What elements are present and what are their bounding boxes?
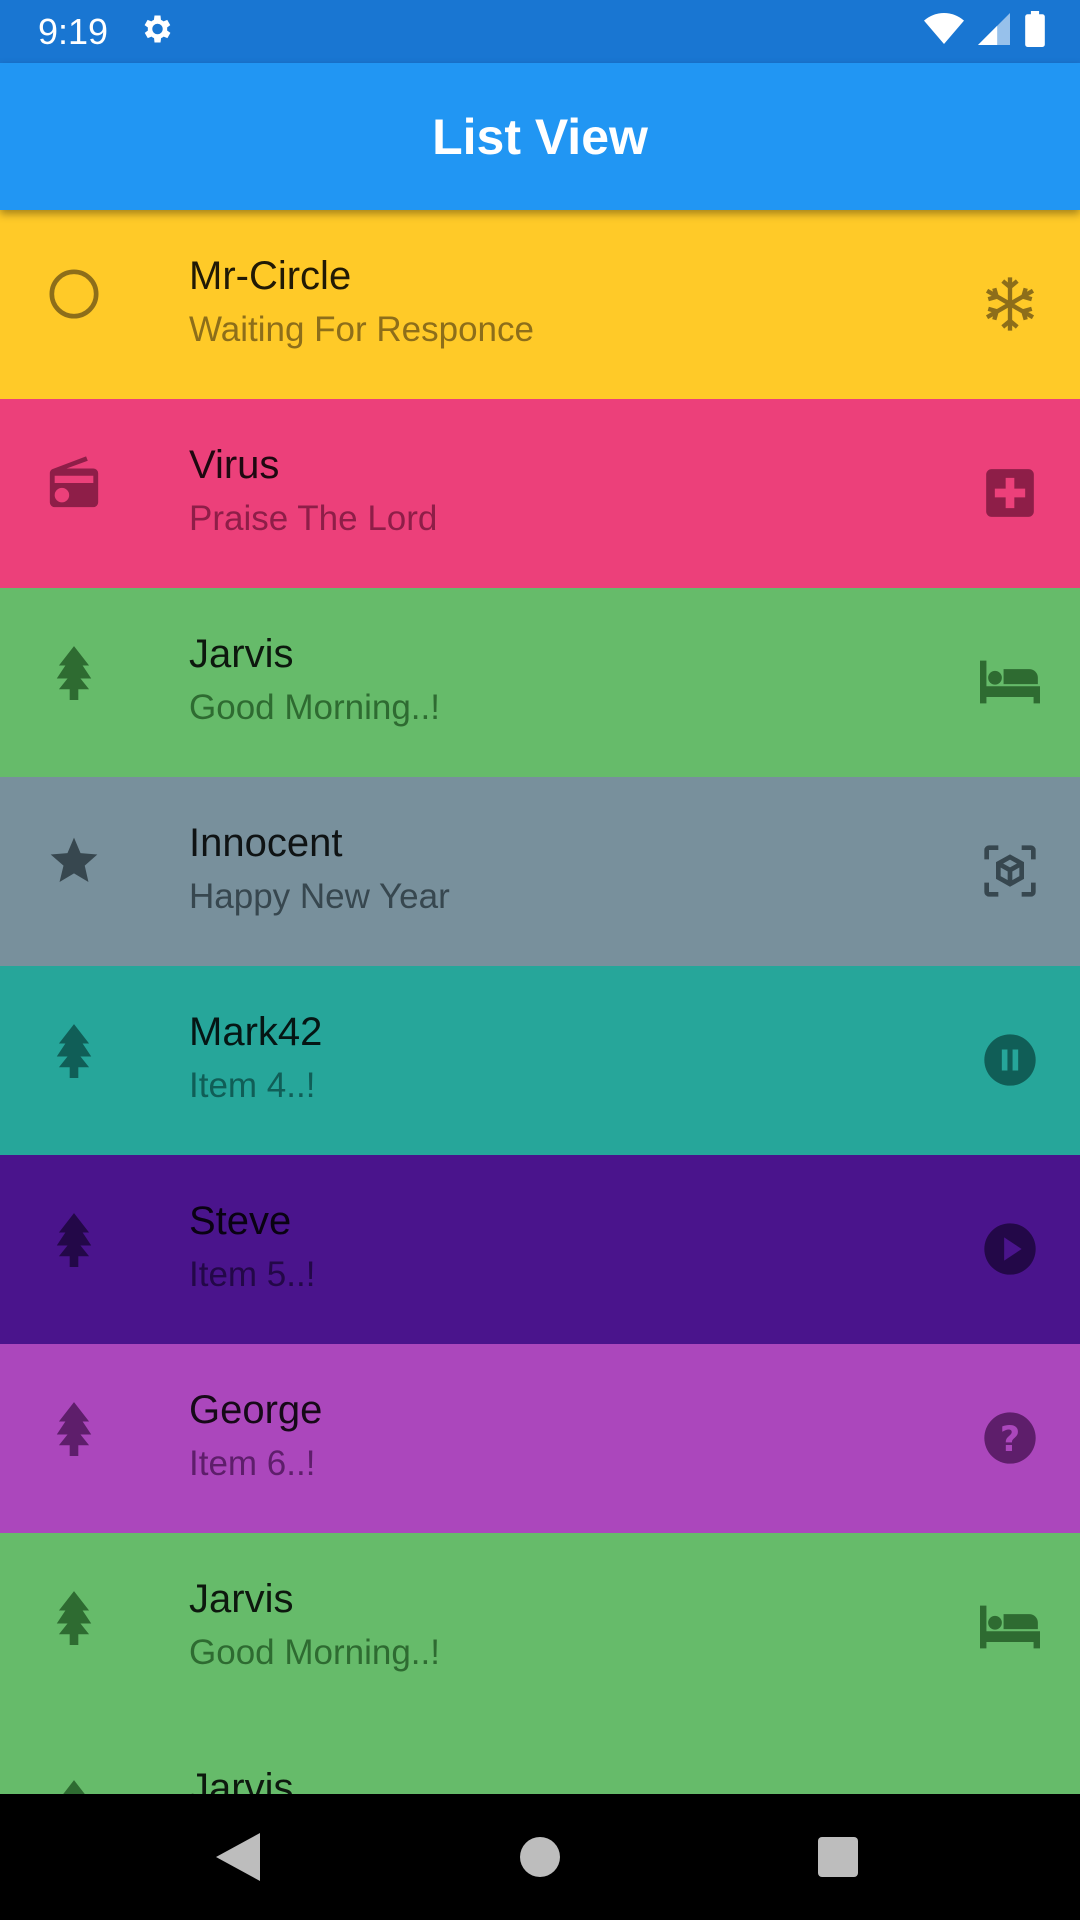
item-subtitle: Happy New Year	[189, 877, 450, 916]
help-circle-icon[interactable]: ?	[980, 1408, 1040, 1468]
medical-cross-icon[interactable]	[980, 463, 1040, 523]
list-item[interactable]: Steve Item 5..!	[0, 1155, 1080, 1344]
navigation-bar	[0, 1794, 1080, 1920]
play-circle-icon[interactable]	[980, 1219, 1040, 1279]
signal-icon	[978, 12, 1010, 51]
item-title: Mr-Circle	[189, 254, 352, 298]
recents-icon[interactable]	[808, 1827, 868, 1887]
item-subtitle: Item 5..!	[189, 1255, 316, 1294]
list-item[interactable]: Jarvis Good Morning..!	[0, 588, 1080, 777]
item-title: Jarvis	[189, 1577, 294, 1621]
list-view[interactable]: Mr-Circle Waiting For Responce Virus Praise…	[0, 210, 1080, 1794]
list-item[interactable]: Mr-Circle Waiting For Responce	[0, 210, 1080, 399]
circle-outline-icon	[44, 264, 104, 324]
item-subtitle: Item 6..!	[189, 1444, 316, 1483]
bed-icon[interactable]	[980, 1786, 1040, 1794]
bed-icon[interactable]	[980, 1597, 1040, 1657]
battery-icon	[1024, 11, 1046, 52]
wifi-icon	[924, 12, 964, 51]
tree-icon	[44, 1398, 104, 1458]
pause-circle-icon[interactable]	[980, 1030, 1040, 1090]
list-item[interactable]: George Item 6..!?	[0, 1344, 1080, 1533]
tree-icon	[44, 1587, 104, 1647]
list-item[interactable]: Mark42 Item 4..!	[0, 966, 1080, 1155]
back-icon[interactable]	[208, 1827, 268, 1887]
status-time: 9:19	[38, 10, 109, 52]
tree-icon	[44, 1020, 104, 1080]
list-item[interactable]: Innocent Happy New Year	[0, 777, 1080, 966]
tree-icon	[44, 1776, 104, 1794]
home-icon[interactable]	[510, 1827, 570, 1887]
item-subtitle: Waiting For Responce	[189, 310, 534, 349]
screen: 9:19 List View Mr-Circle Waiting For Resp…	[0, 0, 1080, 1920]
item-title: George	[189, 1388, 323, 1432]
gear-icon	[138, 11, 174, 52]
app-bar: List View	[0, 63, 1080, 210]
cube-scan-icon[interactable]	[980, 841, 1040, 901]
item-title: Jarvis	[189, 632, 294, 676]
status-bar: 9:19	[0, 0, 1080, 63]
snowflake-icon[interactable]	[980, 274, 1040, 334]
page-title: List View	[432, 108, 648, 165]
item-title: Jarvis	[189, 1766, 294, 1794]
item-title: Steve	[189, 1199, 292, 1243]
bed-icon[interactable]	[980, 652, 1040, 712]
list-item[interactable]: JarvisGood Morning..!	[0, 1722, 1080, 1794]
tree-icon	[44, 642, 104, 702]
item-subtitle: Praise The Lord	[189, 499, 438, 538]
tree-icon	[44, 1209, 104, 1269]
item-title: Innocent	[189, 821, 343, 865]
item-subtitle: Good Morning..!	[189, 688, 440, 727]
item-subtitle: Good Morning..!	[189, 1633, 440, 1672]
item-title: Virus	[189, 443, 280, 487]
list-item[interactable]: Virus Praise The Lord	[0, 399, 1080, 588]
svg-text:?: ?	[1000, 1420, 1020, 1460]
star-icon	[44, 831, 104, 891]
item-subtitle: Item 4..!	[189, 1066, 316, 1105]
radio-icon	[44, 453, 104, 513]
item-title: Mark42	[189, 1010, 323, 1054]
list-item[interactable]: Jarvis Good Morning..!	[0, 1533, 1080, 1722]
